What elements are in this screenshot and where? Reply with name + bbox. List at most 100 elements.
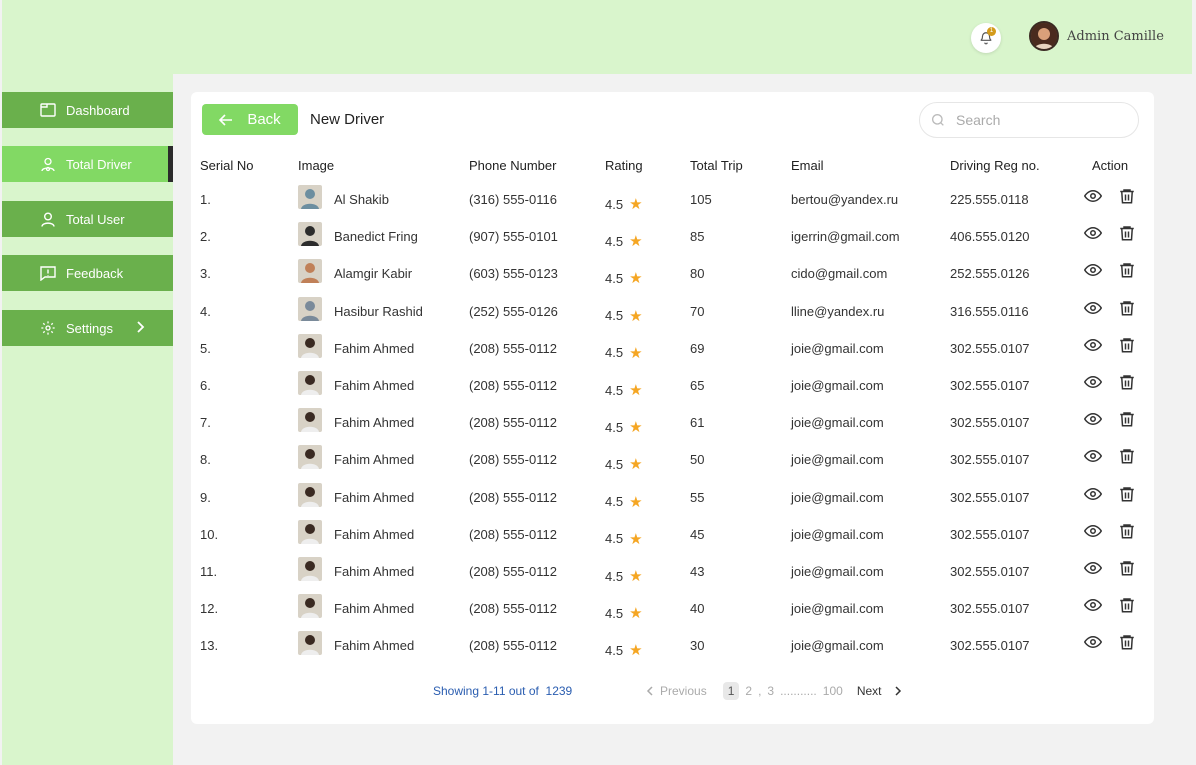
delete-icon[interactable] <box>1118 336 1136 359</box>
sidebar-item-label: Total Driver <box>66 157 132 172</box>
sidebar-item-total-user[interactable]: Total User <box>2 201 173 237</box>
rating-value: 4.5 <box>605 308 624 324</box>
notification-badge: 1 <box>987 27 996 36</box>
page-3-button[interactable]: 3 <box>767 684 774 698</box>
delete-icon[interactable] <box>1118 633 1136 656</box>
back-button[interactable]: Back <box>202 104 298 135</box>
driver-avatar <box>298 557 322 581</box>
column-header-action: Action <box>1092 158 1129 173</box>
table-row: 5. Fahim Ahmed (208) 555-0112 4.5 ★ 69 joie@gm… <box>191 333 1154 377</box>
phone-cell: (603) 555-0123 <box>469 266 558 282</box>
view-icon[interactable] <box>1083 596 1103 619</box>
admin-profile[interactable]: Admin Camille <box>1029 21 1164 51</box>
driver-avatar <box>298 631 322 656</box>
phone-cell: (907) 555-0101 <box>469 229 558 245</box>
view-icon[interactable] <box>1083 485 1103 508</box>
view-icon[interactable] <box>1083 522 1103 545</box>
view-icon[interactable] <box>1083 447 1103 470</box>
view-icon[interactable] <box>1083 559 1103 582</box>
page-1-button[interactable]: 1 <box>722 682 740 700</box>
serial-cell: 3. <box>200 266 211 282</box>
trips-cell: 61 <box>690 415 705 431</box>
sidebar-item-settings[interactable]: Settings <box>2 310 173 346</box>
table-row: 9. Fahim Ahmed (208) 555-0112 4.5 ★ 55 joie@gm… <box>191 482 1154 526</box>
chevron-left-icon[interactable] <box>646 686 654 696</box>
email-cell: cido@gmail.com <box>791 266 888 282</box>
email-cell: joie@gmail.com <box>791 601 884 617</box>
sidebar-item-total-driver[interactable]: Total Driver <box>2 146 174 182</box>
trips-cell: 30 <box>690 638 705 654</box>
phone-cell: (316) 555-0116 <box>469 192 557 207</box>
email-cell: igerrin@gmail.com <box>791 229 900 245</box>
table-row: 11. Fahim Ahmed (208) 555-0112 4.5 ★ 43 joie@g… <box>191 557 1154 600</box>
sidebar-item-label: Settings <box>66 321 113 336</box>
delete-icon[interactable] <box>1118 522 1136 545</box>
search-input[interactable] <box>956 112 1116 128</box>
serial-cell: 1. <box>200 192 211 207</box>
view-icon[interactable] <box>1083 224 1103 247</box>
email-cell: joie@gmail.com <box>791 452 884 468</box>
star-icon: ★ <box>629 419 643 437</box>
delete-icon[interactable] <box>1118 447 1136 470</box>
trips-cell: 50 <box>690 452 705 468</box>
trips-cell: 55 <box>690 489 705 505</box>
email-cell: joie@gmail.com <box>791 378 884 393</box>
view-icon[interactable] <box>1083 373 1103 396</box>
next-button[interactable]: Next <box>857 684 882 698</box>
showing-text: Showing 1-11 out of <box>433 684 539 698</box>
delete-icon[interactable] <box>1118 224 1136 247</box>
pagination: Previous 1 2 , 3 ........... 100 Next <box>646 682 902 700</box>
star-icon: ★ <box>629 642 643 660</box>
trips-cell: 69 <box>690 340 705 356</box>
delete-icon[interactable] <box>1118 410 1136 433</box>
delete-icon[interactable] <box>1118 485 1136 508</box>
admin-avatar <box>1029 21 1059 51</box>
page-100-button[interactable]: 100 <box>823 684 843 698</box>
rating-value: 4.5 <box>605 568 624 584</box>
delete-icon[interactable] <box>1118 596 1136 619</box>
chevron-right-icon[interactable] <box>894 686 902 696</box>
driver-name: Fahim Ahmed <box>334 415 415 431</box>
table-row: 2. Banedict Fring (907) 555-0101 4.5 ★ 85 iger… <box>191 222 1154 265</box>
page-ellipsis: ........... <box>780 684 817 698</box>
driver-table-card: Back New Driver Serial No Image Phone Nu… <box>191 92 1154 724</box>
driver-avatar <box>298 259 322 284</box>
sidebar-item-dashboard[interactable]: Dashboard <box>2 92 173 128</box>
view-icon[interactable] <box>1083 187 1103 210</box>
delete-icon[interactable] <box>1118 373 1136 396</box>
delete-icon[interactable] <box>1118 559 1136 582</box>
serial-cell: 11. <box>200 564 218 579</box>
page-2-button[interactable]: 2 <box>745 684 752 698</box>
view-icon[interactable] <box>1083 336 1103 359</box>
delete-icon[interactable] <box>1118 187 1136 210</box>
view-icon[interactable] <box>1083 261 1103 284</box>
previous-button[interactable]: Previous <box>660 684 707 698</box>
delete-icon[interactable] <box>1118 299 1136 322</box>
email-cell: joie@gmail.com <box>791 526 884 542</box>
driver-avatar <box>298 519 322 544</box>
serial-cell: 10. <box>200 526 219 542</box>
reg-cell: 302.555.0107 <box>950 601 1030 617</box>
gear-icon <box>40 320 56 336</box>
search-box[interactable] <box>919 102 1139 138</box>
view-icon[interactable] <box>1083 299 1103 322</box>
view-icon[interactable] <box>1083 410 1103 433</box>
total-count: 1239 <box>545 684 573 698</box>
driver-name: Fahim Ahmed <box>334 378 415 393</box>
driver-avatar <box>298 482 322 507</box>
sidebar-item-feedback[interactable]: Feedback <box>2 255 173 291</box>
trips-cell: 40 <box>690 601 705 617</box>
serial-cell: 7. <box>200 415 211 431</box>
user-icon <box>40 211 56 227</box>
page-separator: , <box>758 684 762 698</box>
column-header-trips: Total Trip <box>690 158 743 173</box>
view-icon[interactable] <box>1083 633 1103 656</box>
sidebar-item-label: Total User <box>66 212 125 227</box>
trips-cell: 85 <box>690 229 705 245</box>
email-cell: joie@gmail.com <box>791 340 884 356</box>
notification-button[interactable]: 1 <box>971 23 1001 53</box>
rating-cell: 4.5 ★ <box>605 567 643 585</box>
delete-icon[interactable] <box>1118 261 1136 284</box>
email-cell: joie@gmail.com <box>791 489 884 505</box>
rating-cell: 4.5 ★ <box>605 641 643 659</box>
